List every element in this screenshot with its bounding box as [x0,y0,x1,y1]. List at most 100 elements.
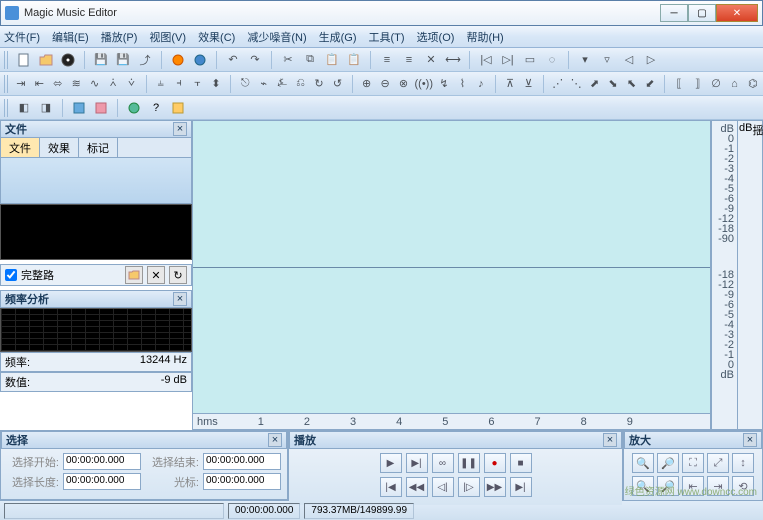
copy-icon[interactable]: ⧉ [302,52,318,68]
fx30-icon[interactable]: ⬊ [607,76,619,92]
sel-start-icon[interactable]: |◁ [478,52,494,68]
sel-none-icon[interactable]: ◌ [544,52,560,68]
fx21-icon[interactable]: ((•)) [416,76,432,92]
fx4-icon[interactable]: ≋ [70,76,82,92]
grip-icon[interactable] [4,99,10,117]
burn-icon[interactable] [170,52,186,68]
fx34-icon[interactable]: ⟧ [691,76,703,92]
fx3-icon[interactable]: ⬄ [52,76,64,92]
menu-tools[interactable]: 工具(T) [369,29,405,45]
go-end-button[interactable]: ▶| [510,477,532,497]
fx10-icon[interactable]: ⫟ [191,76,203,92]
globe-icon[interactable] [126,100,142,116]
mix-icon[interactable]: ≡ [379,52,395,68]
about-icon[interactable] [170,100,186,116]
menu-noise[interactable]: 减少噪音(N) [247,29,306,45]
fx16-icon[interactable]: ↻ [313,76,325,92]
sel-end-value[interactable]: 00:00:00.000 [203,453,281,470]
fullpath-checkbox[interactable] [5,269,17,281]
fx31-icon[interactable]: ⬉ [625,76,637,92]
menu-effect[interactable]: 效果(C) [198,29,235,45]
fx13-icon[interactable]: ⌁ [257,76,269,92]
record-button[interactable]: ● [484,453,506,473]
zoom-full-icon[interactable]: ⤢ [707,453,729,473]
fx35-icon[interactable]: ∅ [710,76,722,92]
view4-icon[interactable] [93,100,109,116]
fx20-icon[interactable]: ⊗ [397,76,409,92]
fx19-icon[interactable]: ⊖ [379,76,391,92]
fx8-icon[interactable]: ⫨ [155,76,167,92]
menu-help[interactable]: 帮助(H) [466,29,503,45]
fx25-icon[interactable]: ⊼ [504,76,516,92]
pause-button[interactable]: ❚❚ [458,453,480,473]
disc-icon[interactable] [192,52,208,68]
marker-next-icon[interactable]: ▷ [643,52,659,68]
fx14-icon[interactable]: ⍼ [276,76,288,92]
paste-icon[interactable]: 📋 [324,52,340,68]
zoom-v-in-icon[interactable]: ↕ [732,453,754,473]
grip-icon[interactable] [4,51,10,69]
fx15-icon[interactable]: ⎌ [294,76,306,92]
waveform-channel-right[interactable] [193,268,710,414]
save-icon[interactable]: 💾 [93,52,109,68]
stop-button[interactable]: ■ [510,453,532,473]
delete-icon[interactable]: ✕ [423,52,439,68]
fx18-icon[interactable]: ⊕ [360,76,372,92]
tab-effects[interactable]: 效果 [40,138,79,157]
fx28-icon[interactable]: ⋱ [570,76,582,92]
fx36-icon[interactable]: ⌂ [728,76,740,92]
waveform-view[interactable]: hms 1 2 3 4 5 6 7 8 9 [192,120,711,430]
fx5-icon[interactable]: ∿ [88,76,100,92]
cd-icon[interactable] [60,52,76,68]
menu-view[interactable]: 视图(V) [149,29,186,45]
tab-files[interactable]: 文件 [1,138,40,157]
menu-options[interactable]: 选项(O) [417,29,455,45]
new-file-icon[interactable] [16,52,32,68]
ffwd-button[interactable]: ▶▶ [484,477,506,497]
fx24-icon[interactable]: ♪ [475,76,487,92]
sel-start-value[interactable]: 00:00:00.000 [63,453,141,470]
fx23-icon[interactable]: ⌇ [456,76,468,92]
selection-close-icon[interactable]: × [268,433,282,447]
tab-markers[interactable]: 标记 [79,138,118,157]
fx33-icon[interactable]: ⟦ [673,76,685,92]
undo-icon[interactable]: ↶ [225,52,241,68]
view2-icon[interactable]: ◨ [38,100,54,116]
export-icon[interactable]: ⤴ [137,52,153,68]
cursor-value[interactable]: 00:00:00.000 [203,473,281,490]
marker-add-icon[interactable]: ▾ [577,52,593,68]
fx22-icon[interactable]: ↯ [438,76,450,92]
refresh-icon[interactable]: ↻ [169,266,187,284]
rewind-button[interactable]: ◀◀ [406,477,428,497]
step-back-button[interactable]: ◁| [432,477,454,497]
fx9-icon[interactable]: ⫞ [173,76,185,92]
fx26-icon[interactable]: ⊻ [522,76,534,92]
file-list[interactable] [0,158,192,204]
fx12-icon[interactable]: ⎋ [239,76,251,92]
menu-play[interactable]: 播放(P) [101,29,138,45]
play-to-end-button[interactable]: ▶| [406,453,428,473]
remove-icon[interactable]: ✕ [147,266,165,284]
waveform-channel-left[interactable] [193,121,710,268]
menu-file[interactable]: 文件(F) [4,29,40,45]
fx1-icon[interactable]: ⇥ [15,76,27,92]
redo-icon[interactable]: ↷ [247,52,263,68]
step-fwd-button[interactable]: |▷ [458,477,480,497]
fx27-icon[interactable]: ⋰ [552,76,564,92]
maximize-button[interactable]: ▢ [688,4,716,22]
open-folder-icon[interactable] [125,266,143,284]
mix-file-icon[interactable]: ≡ [401,52,417,68]
sel-len-value[interactable]: 00:00:00.000 [63,473,141,490]
fx17-icon[interactable]: ↺ [331,76,343,92]
fx37-icon[interactable]: ⌬ [747,76,759,92]
sel-end-icon[interactable]: ▷| [500,52,516,68]
cut-icon[interactable]: ✂ [280,52,296,68]
fx7-icon[interactable]: ⩒ [125,76,137,92]
freq-panel-close-icon[interactable]: × [173,292,187,306]
sel-all-icon[interactable]: ▭ [522,52,538,68]
fx6-icon[interactable]: ⩑ [107,76,119,92]
playback-close-icon[interactable]: × [603,433,617,447]
view1-icon[interactable]: ◧ [16,100,32,116]
close-button[interactable]: ✕ [716,4,758,22]
trim-icon[interactable]: ⟷ [445,52,461,68]
